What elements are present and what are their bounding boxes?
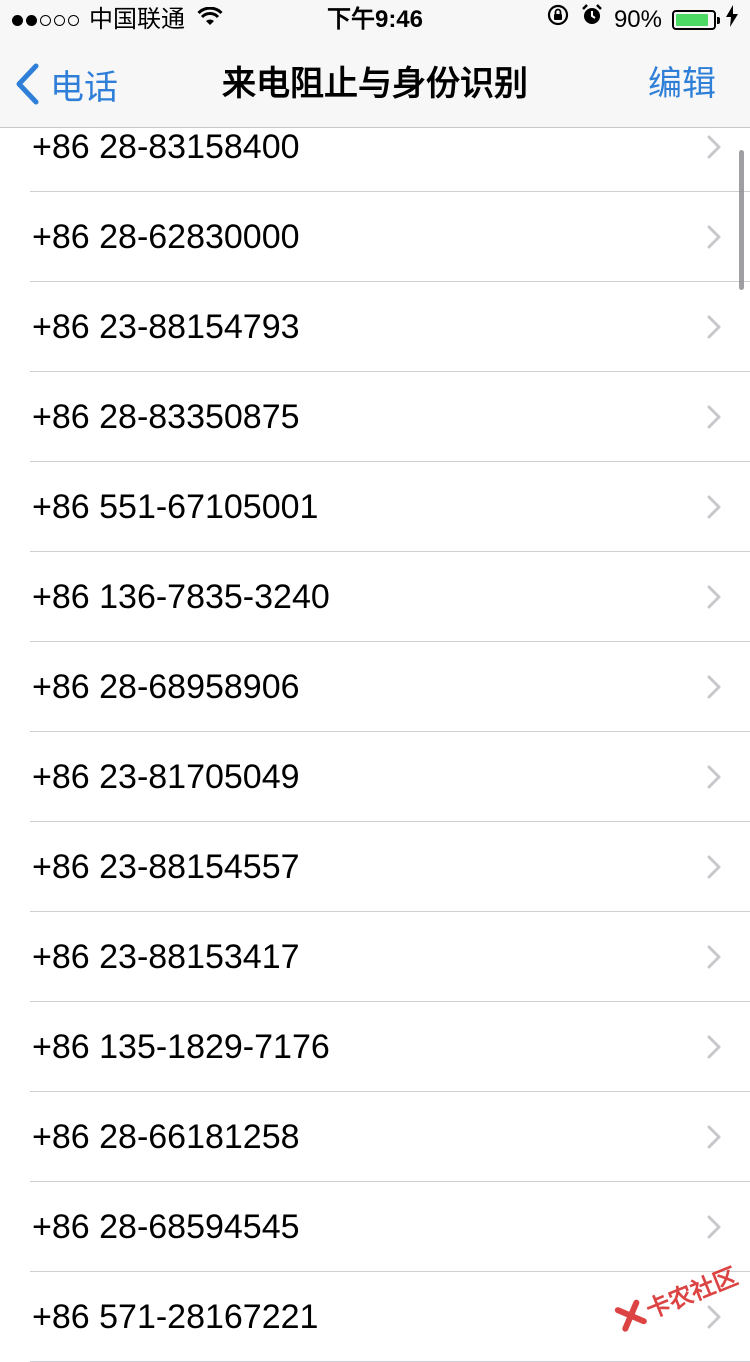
blocked-numbers-list: +86 28-83158400+86 28-62830000+86 23-881… [0,102,750,1362]
table-row[interactable]: +86 135-1829-7176 [30,1002,750,1092]
phone-number: +86 28-62830000 [32,192,300,282]
chevron-right-icon [706,584,722,610]
chevron-right-icon [706,134,722,160]
chevron-right-icon [706,224,722,250]
phone-number: +86 23-88154793 [32,282,300,372]
scroll-indicator[interactable] [739,150,744,290]
chevron-right-icon [706,494,722,520]
battery-percent: 90% [614,0,662,40]
alarm-icon [580,0,604,40]
phone-number: +86 571-28167221 [32,1272,318,1362]
table-row[interactable]: +86 23-88154557 [30,822,750,912]
phone-number: +86 23-88154557 [32,822,300,912]
table-row[interactable]: +86 28-83350875 [30,372,750,462]
chevron-right-icon [706,854,722,880]
table-row[interactable]: +86 23-81705049 [30,732,750,822]
table-row[interactable]: +86 23-88153417 [30,912,750,1002]
chevron-right-icon [706,1304,722,1330]
chevron-right-icon [706,1124,722,1150]
table-row[interactable]: +86 28-83158400 [30,102,750,192]
phone-number: +86 136-7835-3240 [32,552,330,642]
table-row[interactable]: +86 136-7835-3240 [30,552,750,642]
table-row[interactable]: +86 28-62830000 [30,192,750,282]
phone-number: +86 23-81705049 [32,732,300,822]
phone-number: +86 28-83158400 [32,102,300,192]
phone-number: +86 551-67105001 [32,462,318,552]
phone-number: +86 28-68958906 [32,642,300,732]
chevron-right-icon [706,314,722,340]
table-row[interactable]: +86 28-68958906 [30,642,750,732]
table-row[interactable]: +86 28-68594545 [30,1182,750,1272]
chevron-right-icon [706,944,722,970]
chevron-right-icon [706,674,722,700]
table-row[interactable]: +86 23-88154793 [30,282,750,372]
chevron-right-icon [706,1214,722,1240]
phone-number: +86 28-83350875 [32,372,300,462]
status-bar: 中国联通 下午9:46 [0,0,750,40]
phone-number: +86 23-88153417 [32,912,300,1002]
battery-icon [672,10,716,30]
rotation-lock-icon [546,0,570,40]
phone-number: +86 28-66181258 [32,1092,300,1182]
phone-number: +86 28-68594545 [32,1182,300,1272]
table-row[interactable]: +86 28-66181258 [30,1092,750,1182]
phone-number: +86 135-1829-7176 [32,1002,330,1092]
table-row[interactable]: +86 551-67105001 [30,462,750,552]
chevron-right-icon [706,764,722,790]
chevron-right-icon [706,404,722,430]
chevron-right-icon [706,1034,722,1060]
charging-icon [726,0,738,40]
